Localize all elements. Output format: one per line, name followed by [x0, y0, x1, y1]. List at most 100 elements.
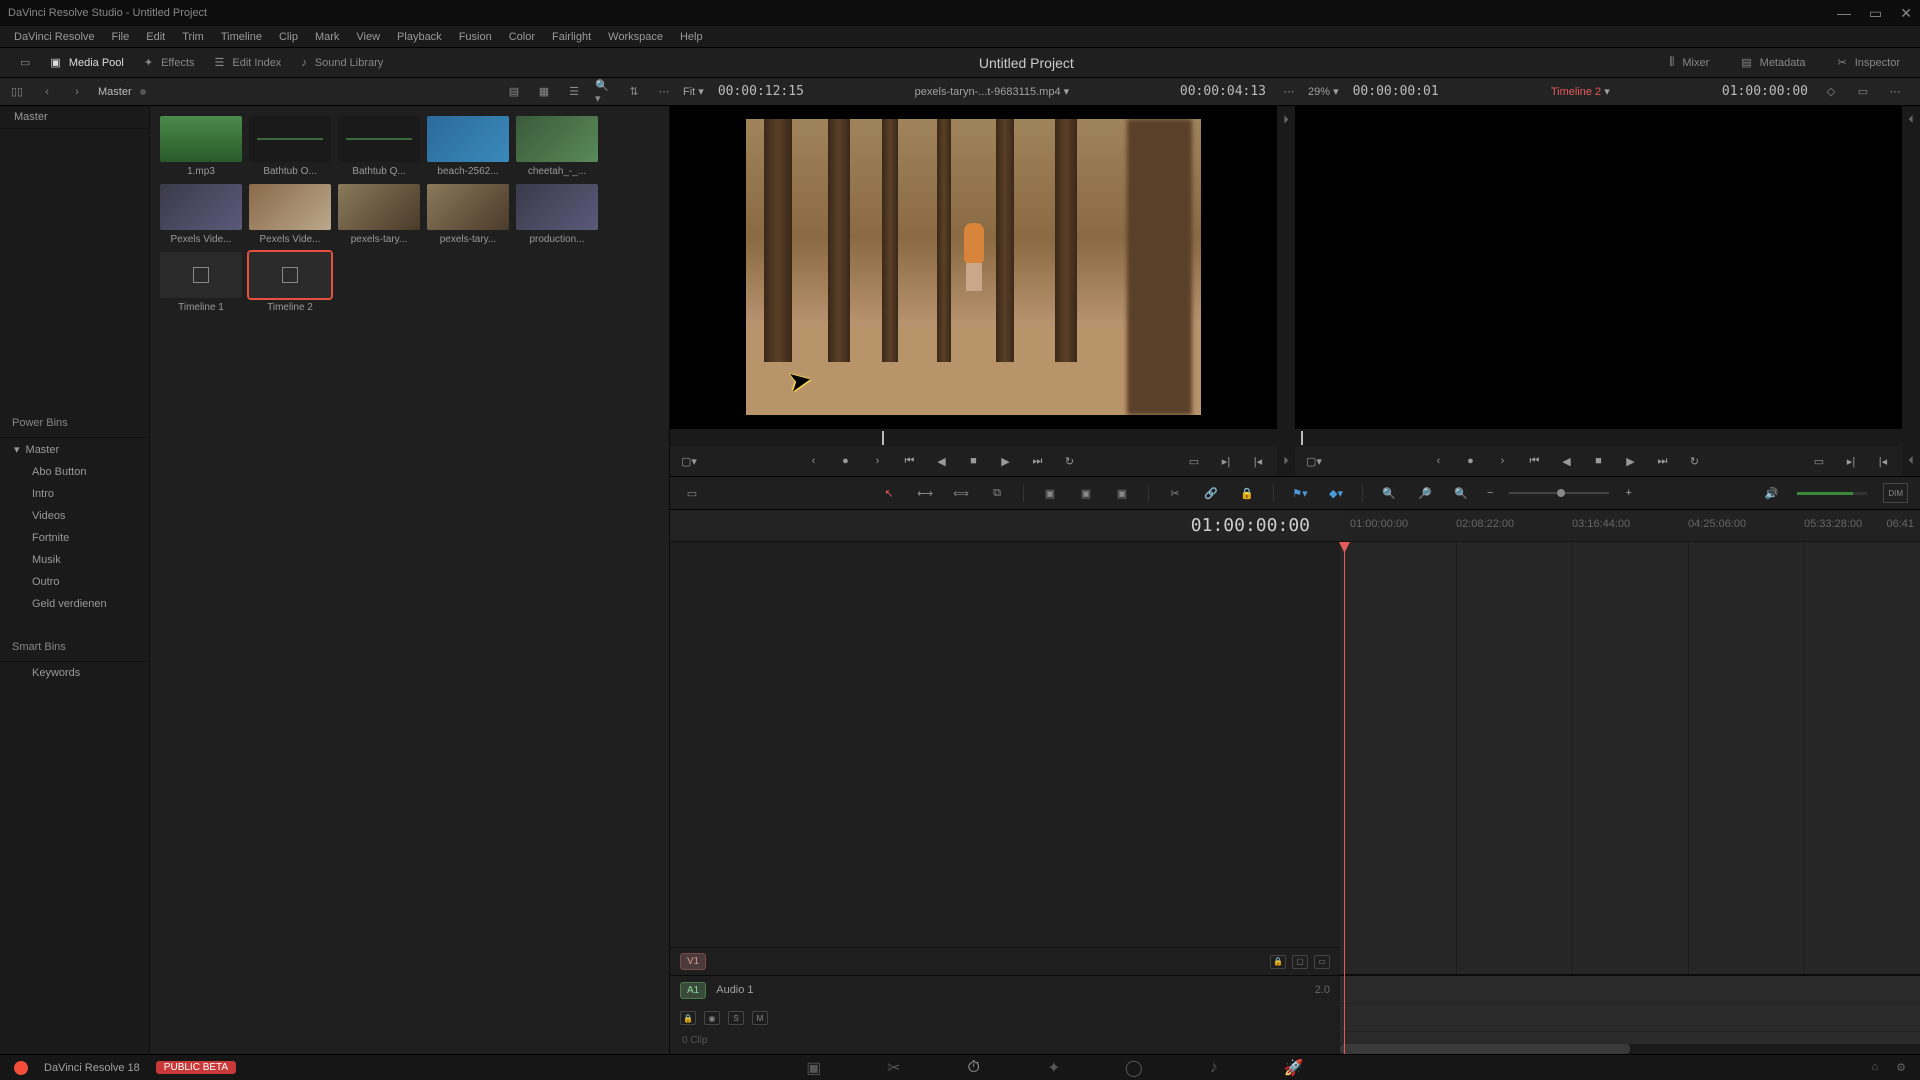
- match-frame-button[interactable]: ▢▾: [680, 452, 698, 470]
- blade-tool[interactable]: ⧉: [987, 483, 1007, 503]
- close-button[interactable]: ✕: [1900, 5, 1912, 22]
- media-clip[interactable]: Pexels Vide...: [160, 184, 242, 245]
- fairlight-page-button[interactable]: ♪: [1204, 1058, 1224, 1078]
- timeline-hscroll[interactable]: [1340, 1044, 1920, 1054]
- zoom-in-button[interactable]: +: [1625, 487, 1631, 499]
- view-metadata-button[interactable]: ▤: [505, 83, 523, 101]
- powerbin-item[interactable]: Musik: [0, 549, 149, 571]
- p-match-frame-button[interactable]: ▢▾: [1305, 452, 1323, 470]
- timeline-timecode[interactable]: 01:00:00:00: [680, 515, 1330, 536]
- view-thumbnail-button[interactable]: ▦: [535, 83, 553, 101]
- lock-tool[interactable]: 🔒: [1237, 483, 1257, 503]
- a1-badge[interactable]: A1: [680, 982, 706, 999]
- color-page-button[interactable]: ◯: [1124, 1058, 1144, 1078]
- menu-help[interactable]: Help: [672, 31, 711, 43]
- inspector-toggle[interactable]: ✂Inspector: [1828, 56, 1910, 69]
- powerbin-item[interactable]: Outro: [0, 571, 149, 593]
- media-clip[interactable]: beach-2562...: [427, 116, 509, 177]
- media-clip[interactable]: production...: [516, 184, 598, 245]
- a1-arm-button[interactable]: ◉: [704, 1011, 720, 1025]
- menu-davinci-resolve[interactable]: DaVinci Resolve: [6, 31, 103, 43]
- powerbin-item[interactable]: Abo Button: [0, 461, 149, 483]
- insert-clip-button[interactable]: ▣: [1040, 483, 1060, 503]
- source-screen[interactable]: [670, 106, 1277, 428]
- marker-button[interactable]: ◆▾: [1326, 483, 1346, 503]
- deliver-page-button[interactable]: 🚀: [1284, 1058, 1304, 1078]
- edit-page-button[interactable]: ⏱: [964, 1058, 984, 1078]
- dynamic-trim-tool[interactable]: ⟺: [951, 483, 971, 503]
- menu-workspace[interactable]: Workspace: [600, 31, 671, 43]
- menu-timeline[interactable]: Timeline: [213, 31, 270, 43]
- single-viewer-button[interactable]: ▭: [1854, 83, 1872, 101]
- p-goto-in-icon[interactable]: ⏴: [1908, 114, 1914, 127]
- media-clip[interactable]: 1.mp3: [160, 116, 242, 177]
- v1-badge[interactable]: V1: [680, 953, 706, 970]
- play-button[interactable]: ▶: [997, 452, 1015, 470]
- media-clip[interactable]: cheetah_-_...: [516, 116, 598, 177]
- home-button[interactable]: ⌂: [1871, 1061, 1878, 1074]
- layout-toggle[interactable]: ▭: [10, 56, 40, 69]
- minimize-button[interactable]: —: [1837, 5, 1851, 22]
- p-overwrite-button[interactable]: ▭: [1810, 452, 1828, 470]
- powerbin-item[interactable]: Intro: [0, 483, 149, 505]
- bin-view-button[interactable]: ▯▯: [8, 83, 26, 101]
- sound-library-toggle[interactable]: ♪Sound Library: [291, 57, 393, 69]
- menu-fairlight[interactable]: Fairlight: [544, 31, 599, 43]
- media-clip[interactable]: Timeline 2: [249, 252, 331, 313]
- program-options-button[interactable]: ⋯: [1886, 83, 1904, 101]
- menu-trim[interactable]: Trim: [174, 31, 212, 43]
- zoom-slider[interactable]: [1509, 492, 1609, 494]
- media-clip[interactable]: Bathtub Q...: [338, 116, 420, 177]
- goto-out-icon[interactable]: ⏵: [1283, 455, 1289, 468]
- source-scrubber[interactable]: [670, 428, 1277, 446]
- powerbin-item[interactable]: Videos: [0, 505, 149, 527]
- v1-lock-button[interactable]: 🔒: [1270, 955, 1286, 969]
- selection-tool[interactable]: ↖: [879, 483, 899, 503]
- cut-page-button[interactable]: ✂: [884, 1058, 904, 1078]
- v1-disable-button[interactable]: ▭: [1314, 955, 1330, 969]
- link-tool[interactable]: 🔗: [1201, 483, 1221, 503]
- mixer-toggle[interactable]: ⫼Mixer: [1659, 56, 1719, 69]
- zoom-to-fit-button[interactable]: 🔍: [1379, 483, 1399, 503]
- bypass-grades-button[interactable]: ◇: [1822, 83, 1840, 101]
- v1-auto-select-button[interactable]: ▢: [1292, 955, 1308, 969]
- menu-color[interactable]: Color: [501, 31, 543, 43]
- source-clip-name[interactable]: pexels-taryn-...t-9683115.mp4 ▾: [818, 85, 1166, 98]
- volume-slider[interactable]: [1797, 492, 1867, 495]
- menu-edit[interactable]: Edit: [138, 31, 173, 43]
- source-options-button[interactable]: ⋯: [1280, 83, 1298, 101]
- p-insert-button[interactable]: ▸|: [1842, 452, 1860, 470]
- media-clip[interactable]: pexels-tary...: [427, 184, 509, 245]
- replace-button[interactable]: |◂: [1249, 452, 1267, 470]
- p-goto-last-button[interactable]: ⏭: [1654, 452, 1672, 470]
- menu-view[interactable]: View: [348, 31, 388, 43]
- mark-out-button[interactable]: ›: [869, 452, 887, 470]
- a1-solo-button[interactable]: S: [728, 1011, 744, 1025]
- replace-clip-button[interactable]: ▣: [1112, 483, 1132, 503]
- p-play-button[interactable]: ▶: [1622, 452, 1640, 470]
- powerbin-item[interactable]: Fortnite: [0, 527, 149, 549]
- trim-tool[interactable]: ⟷: [915, 483, 935, 503]
- p-mark-out-button[interactable]: ›: [1494, 452, 1512, 470]
- p-goto-out-icon[interactable]: ⏴: [1908, 455, 1914, 468]
- fusion-page-button[interactable]: ✦: [1044, 1058, 1064, 1078]
- overwrite-clip-button[interactable]: ▣: [1076, 483, 1096, 503]
- overwrite-button[interactable]: ▭: [1185, 452, 1203, 470]
- a1-mute-button[interactable]: M: [752, 1011, 768, 1025]
- menu-mark[interactable]: Mark: [307, 31, 347, 43]
- stop-button[interactable]: ■: [965, 452, 983, 470]
- volume-icon[interactable]: 🔊: [1761, 483, 1781, 503]
- mark-in-button[interactable]: ‹: [805, 452, 823, 470]
- program-timecode[interactable]: 01:00:00:00: [1722, 84, 1808, 99]
- p-replace-button[interactable]: |◂: [1874, 452, 1892, 470]
- p-stop-button[interactable]: ■: [1590, 452, 1608, 470]
- media-clip[interactable]: Timeline 1: [160, 252, 242, 313]
- flag-button[interactable]: ⚑▾: [1290, 483, 1310, 503]
- custom-zoom-button[interactable]: 🔍: [1451, 483, 1471, 503]
- timeline-tracks[interactable]: [1340, 542, 1920, 1054]
- menu-clip[interactable]: Clip: [271, 31, 306, 43]
- p-goto-first-button[interactable]: ⏮: [1526, 452, 1544, 470]
- media-clip[interactable]: Pexels Vide...: [249, 184, 331, 245]
- menu-fusion[interactable]: Fusion: [451, 31, 500, 43]
- effects-toggle[interactable]: ✦Effects: [134, 56, 205, 69]
